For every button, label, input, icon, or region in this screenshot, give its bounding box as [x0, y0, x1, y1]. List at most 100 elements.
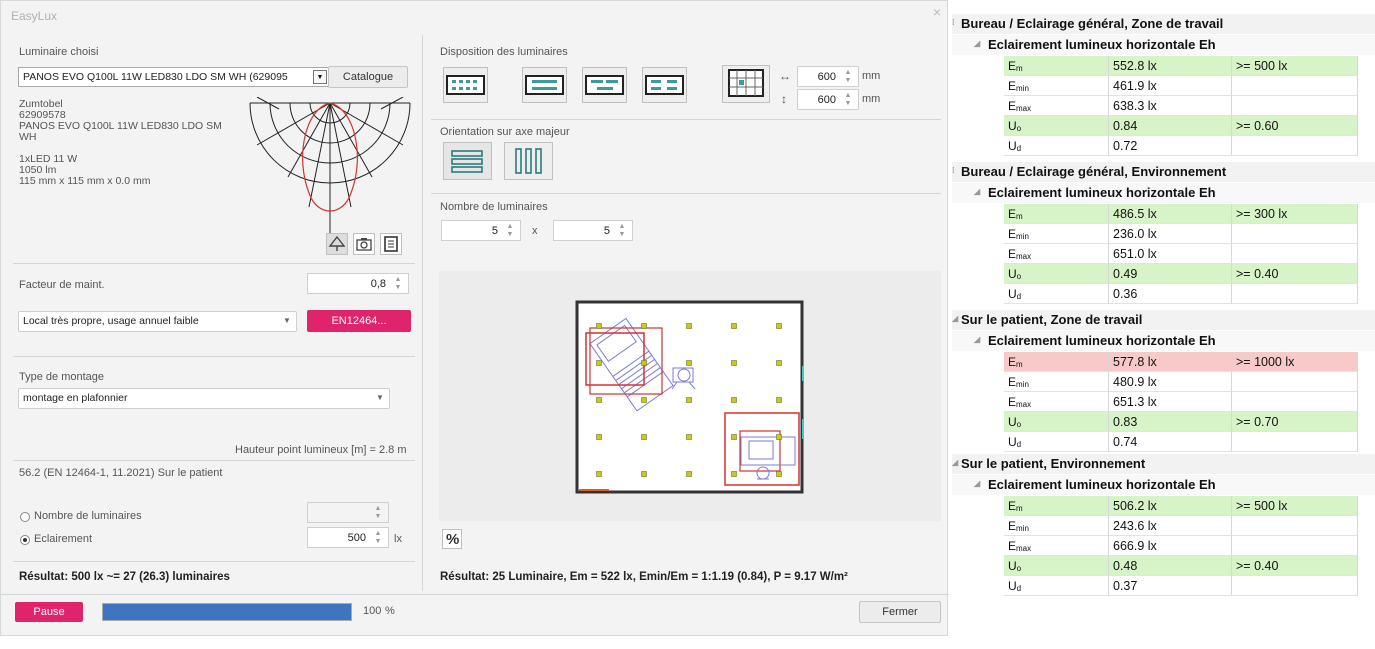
metric-symbol: Em	[1008, 355, 1023, 369]
value-cell: 0.37	[1109, 576, 1232, 596]
mounting-type-label: Type de montage	[19, 371, 105, 383]
metric-subscript: m	[1016, 64, 1023, 73]
datasheet-icon[interactable]	[380, 233, 402, 255]
layout-rows-button[interactable]	[522, 67, 567, 103]
results-section-header[interactable]: ⁞ Bureau / Eclairage général, Zone de tra…	[952, 14, 1375, 34]
divider	[13, 356, 415, 357]
catalogue-button[interactable]: Catalogue	[328, 66, 408, 88]
value-cell: 666.9 lx	[1109, 536, 1232, 556]
spin-arrows-icon[interactable]: ▲ ▼	[372, 530, 384, 546]
luminaire-marker	[686, 434, 692, 440]
spin-arrows-icon[interactable]: ▲ ▼	[392, 276, 404, 292]
luminaire-marker	[596, 360, 602, 366]
luminaire-marker	[731, 323, 737, 329]
table-row: Emin 243.6 lx	[952, 516, 1375, 536]
percent-toggle-button[interactable]: %	[442, 529, 462, 549]
spin-arrows-icon[interactable]: ▲ ▼	[616, 223, 628, 239]
luminaire-marker	[641, 434, 647, 440]
count-y-input[interactable]: 5 ▲ ▼	[553, 220, 633, 241]
radio-illuminance[interactable]	[20, 535, 30, 545]
metric-letter: U	[1008, 415, 1017, 429]
value-cell: 0.49	[1109, 264, 1232, 284]
spin-arrows-icon[interactable]: ▲ ▼	[504, 223, 516, 239]
spin-arrows-icon[interactable]: ▲ ▼	[842, 92, 854, 108]
orientation-horizontal-button[interactable]	[443, 142, 492, 180]
metric-letter: E	[1008, 519, 1017, 533]
table-row: Ud 0.36	[952, 284, 1375, 304]
spin-arrows-icon[interactable]: ▲ ▼	[372, 505, 384, 521]
results-section-header[interactable]: ◢ Sur le patient, Environnement	[952, 454, 1375, 474]
metric-cell: Ud	[1004, 432, 1109, 452]
room-condition-select[interactable]: Local très propre, usage annuel faible ▼	[18, 311, 297, 332]
camera-icon[interactable]	[353, 233, 375, 255]
illuminance-input[interactable]: 500 ▲ ▼	[307, 527, 389, 548]
pause-button[interactable]: Pause	[15, 602, 83, 622]
maintenance-factor-input[interactable]: 0,8 ▲ ▼	[307, 273, 409, 294]
requirement-cell	[1232, 432, 1358, 452]
en12464-button[interactable]: EN12464...	[307, 310, 411, 332]
spacing-x-input[interactable]: 600 ▲ ▼	[797, 66, 859, 87]
requirement-cell: >= 0.70	[1232, 412, 1358, 432]
metric-symbol: Uo	[1008, 415, 1021, 429]
metric-letter: E	[1008, 99, 1017, 113]
metric-subscript: max	[1016, 104, 1032, 113]
value-cell: 0.36	[1109, 284, 1232, 304]
metric-subscript: d	[1016, 584, 1022, 593]
results-section-header[interactable]: ⁞ Bureau / Eclairage général, Environneme…	[952, 162, 1375, 182]
radio-luminaire-count[interactable]	[20, 512, 30, 522]
luminaire-marker	[776, 397, 782, 403]
metric-requirement: >= 500 lx	[1236, 59, 1288, 73]
spacing-x-unit: mm	[862, 70, 881, 82]
room-preview[interactable]	[439, 271, 941, 521]
orientation-vertical-button[interactable]	[504, 142, 553, 180]
metric-value: 0.48	[1113, 559, 1138, 573]
luminaire-marker	[686, 471, 692, 477]
results-subsection-header[interactable]: ◢ Eclairement lumineux horizontale Eh	[952, 475, 1375, 495]
results-subsection-header[interactable]: ◢ Eclairement lumineux horizontale Eh	[952, 35, 1375, 55]
luminaire-marker	[776, 434, 782, 440]
maintenance-factor-value: 0,8	[370, 278, 386, 290]
spacing-y-input[interactable]: 600 ▲ ▼	[797, 89, 859, 110]
progress-bar	[102, 603, 352, 621]
results-subsection-header[interactable]: ◢ Eclairement lumineux horizontale Eh	[952, 331, 1375, 351]
metric-value: 651.3 lx	[1113, 395, 1157, 409]
value-cell: 0.72	[1109, 136, 1232, 156]
results-subsection-header[interactable]: ◢ Eclairement lumineux horizontale Eh	[952, 183, 1375, 203]
requirement-cell	[1232, 284, 1358, 304]
luminaire-marker	[686, 323, 692, 329]
close-button[interactable]: Fermer	[859, 601, 941, 623]
results-section-header[interactable]: ◢ Sur le patient, Zone de travail	[952, 310, 1375, 330]
luminaire-count-input[interactable]: ▲ ▼	[307, 502, 389, 523]
requirement-cell: >= 0.40	[1232, 264, 1358, 284]
luminaire-marker	[686, 397, 692, 403]
metric-cell: Uo	[1004, 412, 1109, 432]
metric-letter: E	[1008, 395, 1017, 409]
luminaire-marker	[641, 397, 647, 403]
results-section-title: Sur le patient, Environnement	[961, 456, 1146, 471]
layout-offset-button[interactable]	[642, 67, 687, 103]
metric-subscript: min	[1016, 524, 1029, 533]
mounting-type-select[interactable]: montage en plafonnier ▼	[18, 388, 390, 409]
metric-subscript: m	[1016, 212, 1023, 221]
table-row: Em 577.8 lx >= 1000 lx	[952, 352, 1375, 372]
progress-percent: 100	[363, 605, 382, 617]
window-title: EasyLux	[11, 9, 58, 23]
close-icon[interactable]: ×	[933, 4, 941, 20]
metric-letter: U	[1008, 579, 1017, 593]
table-row: Ud 0.72	[952, 136, 1375, 156]
photometry-3d-icon[interactable]	[326, 233, 348, 255]
mounting-type-value: montage en plafonnier	[23, 392, 128, 404]
luminaire-select[interactable]: PANOS EVO Q100L 11W LED830 LDO SM WH (62…	[18, 67, 330, 87]
layout-staggered-button[interactable]	[582, 67, 627, 103]
metric-symbol: Emin	[1008, 375, 1029, 389]
luminaire-marker	[731, 397, 737, 403]
metric-subscript: d	[1016, 292, 1022, 301]
layout-custom-grid-button[interactable]	[722, 65, 770, 103]
layout-grid-button[interactable]	[443, 67, 488, 103]
metric-letter: E	[1008, 227, 1017, 241]
count-x-input[interactable]: 5 ▲ ▼	[441, 220, 521, 241]
metric-cell: Ud	[1004, 576, 1109, 596]
spin-arrows-icon[interactable]: ▲ ▼	[842, 69, 854, 85]
metric-requirement: >= 0.60	[1236, 119, 1279, 133]
table-row: Ud 0.37	[952, 576, 1375, 596]
